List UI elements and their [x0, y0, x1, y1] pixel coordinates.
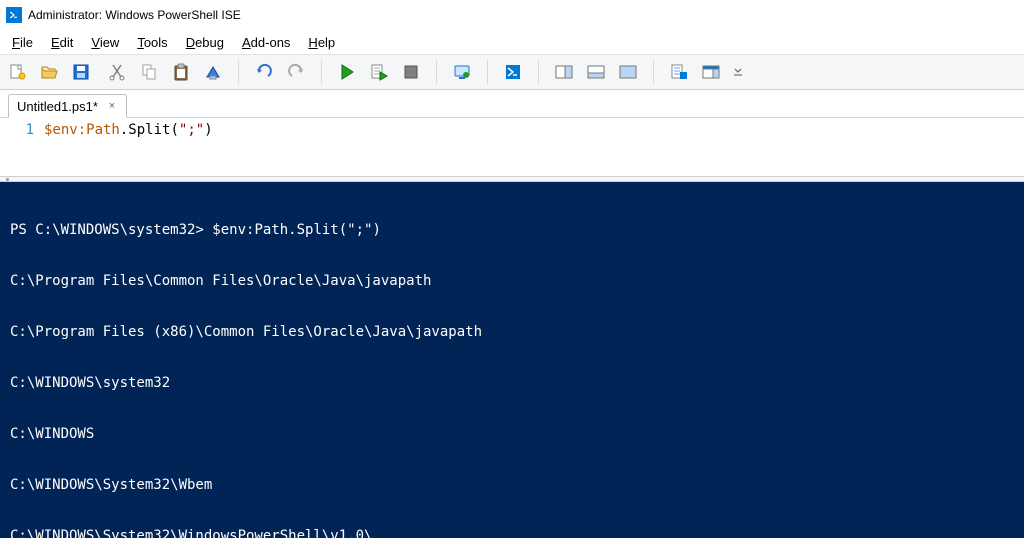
copy-button[interactable] [138, 61, 160, 83]
cut-button[interactable] [106, 61, 128, 83]
run-button[interactable] [336, 61, 358, 83]
console-output-line: C:\WINDOWS [10, 426, 1014, 443]
console-pane[interactable]: PS C:\WINDOWS\system32> $env:Path.Split(… [0, 182, 1024, 538]
line-number-gutter: 1 [0, 118, 44, 176]
title-bar: Administrator: Windows PowerShell ISE [0, 0, 1024, 30]
script-editor[interactable]: 1 $env:Path.Split(";") [0, 118, 1024, 176]
new-button[interactable] [6, 61, 28, 83]
redo-button[interactable] [285, 61, 307, 83]
console-prompt-line: PS C:\WINDOWS\system32> $env:Path.Split(… [10, 222, 1014, 239]
clear-button[interactable] [202, 61, 224, 83]
menu-addons[interactable]: Add-ons [234, 33, 298, 52]
menu-bar: File Edit View Tools Debug Add-ons Help [0, 30, 1024, 54]
toolbar [0, 54, 1024, 90]
code-line-1[interactable]: $env:Path.Split(";") [44, 118, 213, 176]
console-output-line: C:\WINDOWS\System32\WindowsPowerShell\v1… [10, 528, 1014, 538]
menu-edit[interactable]: Edit [43, 33, 81, 52]
open-button[interactable] [38, 61, 60, 83]
toolbar-overflow-button[interactable] [732, 61, 744, 83]
menu-help[interactable]: Help [300, 33, 343, 52]
menu-debug[interactable]: Debug [178, 33, 232, 52]
window-title: Administrator: Windows PowerShell ISE [28, 8, 241, 22]
stop-button[interactable] [400, 61, 422, 83]
menu-tools[interactable]: Tools [129, 33, 175, 52]
splitter[interactable] [0, 176, 1024, 182]
toolbar-separator [321, 60, 322, 84]
show-command-addon-button[interactable] [668, 61, 690, 83]
powershell-app-icon [6, 7, 22, 23]
paste-button[interactable] [170, 61, 192, 83]
save-button[interactable] [70, 61, 92, 83]
toolbar-separator [238, 60, 239, 84]
menu-view[interactable]: View [83, 33, 127, 52]
tab-untitled1[interactable]: Untitled1.ps1* × [8, 94, 127, 118]
toolbar-separator [538, 60, 539, 84]
layout-bottom-button[interactable] [585, 61, 607, 83]
remote-button[interactable] [451, 61, 473, 83]
console-output-line: C:\Program Files\Common Files\Oracle\Jav… [10, 273, 1014, 290]
undo-button[interactable] [253, 61, 275, 83]
show-script-pane-button[interactable] [700, 61, 722, 83]
menu-file[interactable]: File [4, 33, 41, 52]
console-output-line: C:\WINDOWS\System32\Wbem [10, 477, 1014, 494]
console-output-line: C:\WINDOWS\system32 [10, 375, 1014, 392]
console-output-line: C:\Program Files (x86)\Common Files\Orac… [10, 324, 1014, 341]
toolbar-separator [653, 60, 654, 84]
toolbar-separator [436, 60, 437, 84]
layout-right-button[interactable] [553, 61, 575, 83]
run-selection-button[interactable] [368, 61, 390, 83]
new-ps-tab-button[interactable] [502, 61, 524, 83]
tab-row: Untitled1.ps1* × [0, 90, 1024, 118]
layout-max-button[interactable] [617, 61, 639, 83]
toolbar-separator [487, 60, 488, 84]
tab-close-button[interactable]: × [106, 100, 118, 112]
tab-label: Untitled1.ps1* [17, 99, 98, 114]
